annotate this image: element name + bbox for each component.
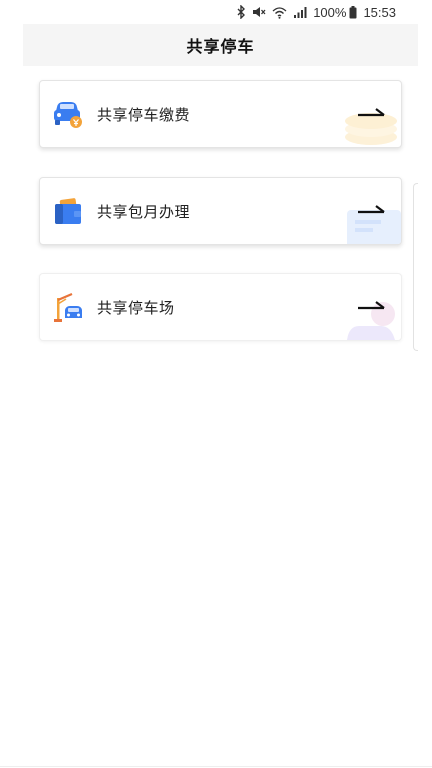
status-bar: 100% 15:53 bbox=[0, 0, 432, 24]
side-scroll-indicator bbox=[413, 183, 418, 351]
menu-item-parking-payment[interactable]: 共享停车缴费 bbox=[39, 80, 402, 148]
menu-item-monthly-pass[interactable]: 共享包月办理 bbox=[39, 177, 402, 245]
menu-item-label: 共享包月办理 bbox=[97, 203, 191, 221]
battery-icon bbox=[349, 5, 357, 19]
arrow-right-icon bbox=[358, 301, 385, 310]
arrow-right-icon bbox=[358, 205, 385, 214]
wifi-icon bbox=[272, 6, 287, 19]
page-header: 共享停车 bbox=[23, 24, 418, 66]
bluetooth-icon bbox=[236, 5, 246, 19]
menu-item-label: 共享停车缴费 bbox=[97, 106, 191, 124]
mute-icon bbox=[252, 5, 266, 19]
app-screen: 100% 15:53 共享停车 共享停车缴费 共享包月办理 共享停车场 bbox=[0, 0, 432, 768]
bottom-divider bbox=[0, 766, 432, 767]
signal-icon bbox=[293, 6, 307, 18]
arrow-right-icon bbox=[358, 108, 385, 117]
menu-item-label: 共享停车场 bbox=[97, 299, 175, 317]
car-payment-icon bbox=[54, 102, 82, 128]
wallet-icon bbox=[55, 198, 81, 224]
clock: 15:53 bbox=[363, 4, 396, 20]
battery-percent: 100% bbox=[313, 4, 347, 20]
parking-lot-icon bbox=[54, 292, 82, 322]
page-title: 共享停车 bbox=[186, 37, 255, 56]
menu-item-parking-lot[interactable]: 共享停车场 bbox=[39, 273, 402, 341]
